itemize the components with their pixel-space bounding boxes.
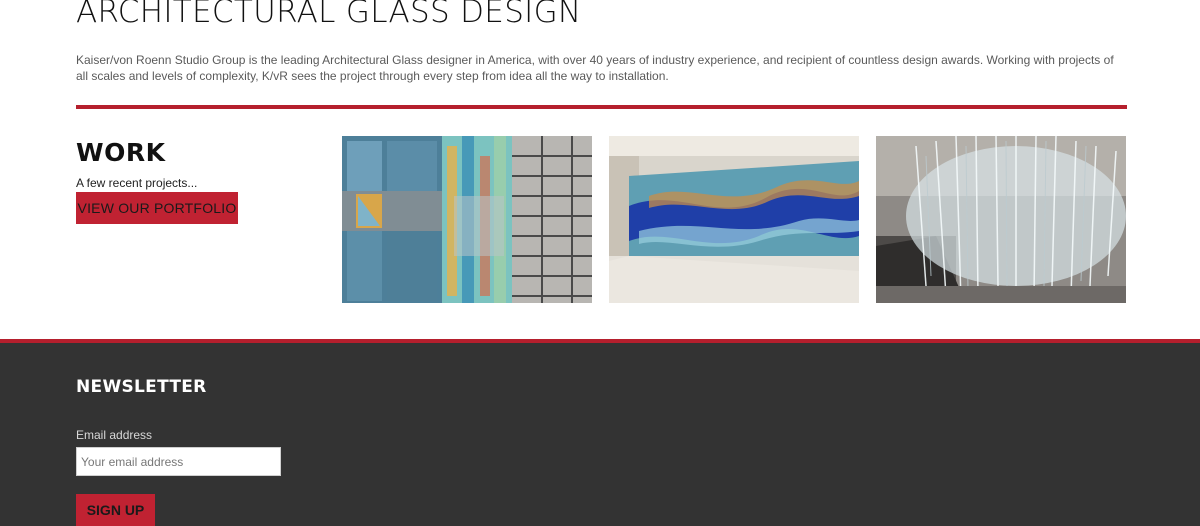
- blue-glass-wall-lobby-photo: [609, 136, 859, 303]
- email-input[interactable]: [76, 447, 281, 476]
- project-thumbnail-glass-chandelier[interactable]: [876, 136, 1126, 303]
- glass-chandelier-atrium-photo: [876, 136, 1126, 303]
- stained-glass-facade-photo: [342, 136, 592, 303]
- view-portfolio-button[interactable]: VIEW OUR PORTFOLIO: [76, 192, 238, 224]
- work-heading: WORK: [76, 138, 166, 167]
- project-thumbnail-stained-glass[interactable]: [342, 136, 592, 303]
- work-subtitle: A few recent projects...: [76, 176, 198, 190]
- email-label: Email address: [76, 428, 153, 442]
- project-thumbnail-blue-glass-wall[interactable]: [609, 136, 859, 303]
- page-title: ARCHITECTURAL GLASS DESIGN: [76, 0, 582, 30]
- sign-up-button[interactable]: SIGN UP: [76, 494, 155, 526]
- newsletter-heading: NEWSLETTER: [76, 377, 207, 397]
- intro-paragraph: Kaiser/von Roenn Studio Group is the lea…: [76, 53, 1114, 83]
- section-divider: [76, 105, 1127, 109]
- newsletter-footer: NEWSLETTER Email address SIGN UP: [0, 339, 1200, 526]
